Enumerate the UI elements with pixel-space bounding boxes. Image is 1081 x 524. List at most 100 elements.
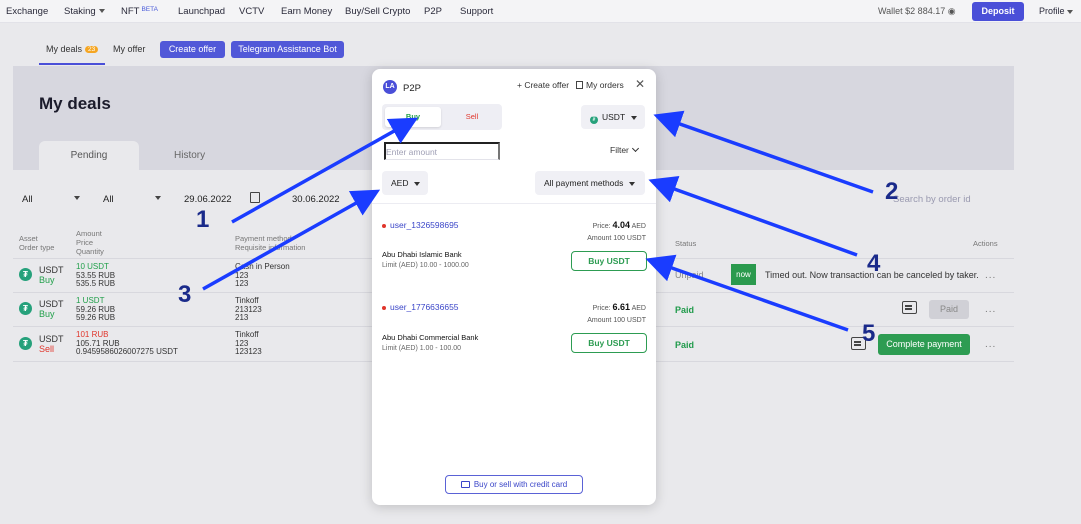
offer-amount: Amount 100 USDT [587, 317, 646, 324]
quantity-value: 0.9459586026007275 USDT [76, 347, 178, 356]
date-to-input[interactable]: 30.06.2022 [292, 194, 340, 205]
wallet-balance[interactable]: Wallet $2 884.17 ◉ [878, 6, 956, 17]
buy-tab[interactable]: Buy [385, 107, 441, 127]
nav-exchange[interactable]: Exchange [6, 6, 48, 17]
create-offer-button[interactable]: Create offer [160, 41, 225, 58]
deals-count-badge: 23 [85, 46, 99, 54]
table-row-asset: USDT Buy [39, 265, 64, 285]
tab-pending[interactable]: Pending [39, 141, 139, 170]
nav-staking[interactable]: Staking [64, 6, 105, 17]
deposit-button[interactable]: Deposit [972, 2, 1024, 21]
table-row-asset: USDT Sell [39, 334, 64, 354]
nav-nft-label: NFT [121, 6, 140, 17]
beta-badge: BETA [141, 6, 158, 13]
filter-label: Filter [610, 145, 629, 155]
page-title: My deals [39, 94, 111, 113]
offer-user-link[interactable]: user_1776636655 [390, 302, 459, 312]
more-actions-button[interactable]: ... [985, 304, 996, 315]
crypto-select[interactable]: ₮ USDT [581, 105, 645, 129]
fiat-select[interactable]: AED [382, 171, 428, 195]
order-type: Sell [39, 343, 55, 354]
wallet-label: Wallet $2 884.17 [878, 6, 946, 16]
col-price-label: Price [76, 238, 94, 247]
search-input[interactable]: Search by order id [893, 194, 971, 205]
credit-card-button[interactable]: Buy or sell with credit card [445, 475, 583, 494]
quantity-value: 59.26 RUB [76, 313, 116, 322]
calendar-icon[interactable] [250, 192, 260, 203]
paid-button[interactable]: Paid [929, 300, 969, 319]
buy-sell-toggle: Buy Sell [382, 104, 502, 130]
my-orders-link[interactable]: My orders [576, 80, 624, 90]
filter-asset-select[interactable]: All [22, 194, 33, 205]
amount-value: 100 USDT [613, 317, 646, 324]
chevron-down-icon [74, 196, 80, 200]
offer-user-link[interactable]: user_1326598695 [390, 220, 459, 230]
status-dot [382, 224, 386, 228]
nav-vctv[interactable]: VCTV [239, 6, 264, 17]
table-row-amounts: 101 RUB 105.71 RUB 0.9459586026007275 USDT [76, 330, 178, 357]
annotation-5: 5 [862, 320, 876, 347]
buy-usdt-button[interactable]: Buy USDT [571, 251, 647, 271]
offer-bank: Abu Dhabi Islamic Bank [382, 250, 462, 259]
price-value: 4.04 [612, 220, 631, 230]
col-payment-label: Payment method [235, 234, 292, 243]
col-amount-label: Amount [76, 229, 102, 238]
nav-p2p[interactable]: P2P [424, 6, 442, 17]
close-icon[interactable]: ✕ [635, 77, 645, 91]
table-row-amounts: 1 USDT 59.26 RUB 59.26 RUB [76, 296, 116, 323]
more-actions-button[interactable]: ... [985, 270, 996, 281]
price-currency: AED [631, 223, 646, 230]
create-offer-link[interactable]: + Create offer [517, 80, 569, 90]
telegram-bot-button[interactable]: Telegram Assistance Bot [231, 41, 344, 58]
eye-icon[interactable]: ◉ [948, 6, 956, 16]
order-type: Buy [39, 308, 55, 319]
sell-tab[interactable]: Sell [444, 107, 500, 127]
tab-my-deals[interactable]: My deals 23 [46, 44, 99, 54]
tab-my-deals-label: My deals [46, 44, 83, 54]
col-order-type-label: Order type [19, 243, 55, 252]
amount-input[interactable] [384, 142, 500, 160]
filter-button[interactable]: Filter [610, 144, 639, 155]
profile-label: Profile [1039, 6, 1065, 16]
tab-my-offer[interactable]: My offer [113, 44, 145, 54]
nav-earn-money[interactable]: Earn Money [281, 6, 332, 17]
orders-icon [576, 81, 583, 89]
top-nav: Exchange Staking NFT BETA Launchpad VCTV … [0, 0, 1081, 23]
chat-icon[interactable] [902, 301, 917, 314]
p2p-modal: LA P2P + Create offer My orders ✕ Buy Se… [372, 69, 656, 505]
credit-card-label: Buy or sell with credit card [473, 480, 568, 489]
modal-title: P2P [403, 83, 421, 94]
col-amount: Amount Price Quantity [76, 229, 104, 256]
tether-icon: ₮ [590, 116, 598, 124]
credit-card-icon [460, 481, 470, 488]
profile-menu[interactable]: Profile [1039, 6, 1074, 16]
annotation-3: 3 [178, 281, 192, 308]
order-type: Buy [39, 274, 55, 285]
nav-nft[interactable]: NFT BETA [121, 6, 158, 17]
amount-value: 100 USDT [613, 235, 646, 242]
annotation-4: 4 [867, 250, 881, 277]
offer-limit: Limit (AED) 10.00 - 1000.00 [382, 262, 469, 269]
chevron-down-icon [631, 144, 639, 153]
nav-launchpad[interactable]: Launchpad [178, 6, 225, 17]
tab-history[interactable]: History [174, 150, 205, 161]
buy-usdt-button[interactable]: Buy USDT [571, 333, 647, 353]
date-from-input[interactable]: 29.06.2022 [184, 194, 232, 205]
app-logo-icon: LA [383, 80, 397, 94]
offer-price: Price: 6.61 AED [593, 302, 646, 312]
nav-buy-sell-crypto[interactable]: Buy/Sell Crypto [345, 6, 410, 17]
more-actions-button[interactable]: ... [985, 339, 996, 350]
payment-method-select[interactable]: All payment methods [535, 171, 645, 195]
offer-amount: Amount 100 USDT [587, 235, 646, 242]
requisite-2: 123 [235, 279, 249, 288]
filter-type-select[interactable]: All [103, 194, 114, 205]
col-status: Status [675, 239, 697, 248]
requisite-2: 213 [235, 313, 249, 322]
status-paid: Paid [675, 340, 695, 350]
nav-support[interactable]: Support [460, 6, 493, 17]
tether-icon: ₮ [19, 302, 32, 315]
chevron-down-icon [629, 181, 636, 186]
crypto-select-label: USDT [602, 112, 626, 122]
complete-payment-button[interactable]: Complete payment [878, 334, 970, 355]
col-asset: Asset Order type [19, 234, 54, 252]
